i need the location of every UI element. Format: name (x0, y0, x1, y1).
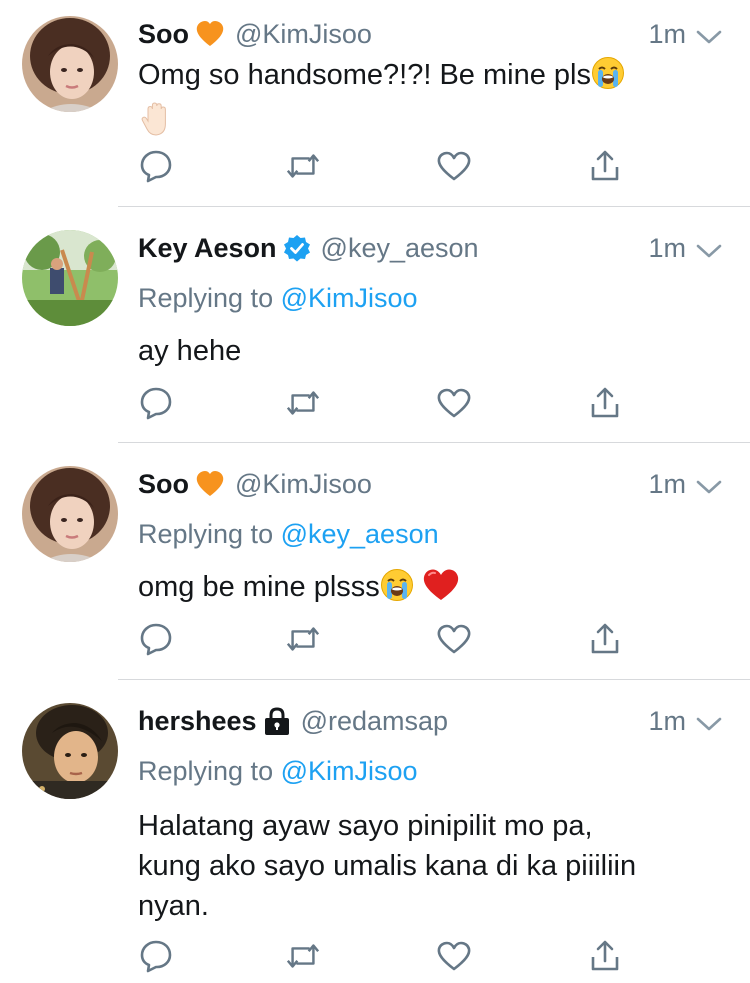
verified-badge-icon (283, 234, 311, 262)
raised-hand-icon (138, 101, 174, 148)
timestamp: 1m (648, 232, 686, 263)
like-icon[interactable] (436, 385, 472, 421)
avatar[interactable] (22, 466, 118, 562)
tweet-text-line: omg be mine plsss (138, 571, 380, 603)
timestamp: 1m (648, 18, 686, 49)
tweet-text-line: Omg so handsome?!?! Be mine pls (138, 59, 591, 91)
replying-to: Replying to @key_aeson (138, 519, 439, 550)
tweet-text: omg be mine plsss (138, 567, 718, 613)
chevron-down-icon[interactable] (696, 708, 722, 739)
timestamp: 1m (648, 468, 686, 499)
user-handle[interactable]: @key_aeson (321, 233, 479, 264)
tweet[interactable]: hershees @redamsap 1m Replying to @KimJi… (0, 680, 750, 983)
like-icon[interactable] (436, 938, 472, 974)
user-handle[interactable]: @redamsap (301, 706, 448, 737)
retweet-icon[interactable] (285, 148, 321, 184)
replying-to: Replying to @KimJisoo (138, 283, 418, 314)
loudly-crying-face-icon (380, 568, 414, 613)
orange-heart-icon (195, 470, 225, 498)
red-heart-icon (422, 568, 460, 613)
orange-heart-icon (195, 20, 225, 48)
tweet[interactable]: Soo @KimJisoo 1m Replying to @key_aeson … (0, 443, 750, 678)
tweet-text-line: kung ako sayo umalis kana di ka piiiliin (138, 850, 637, 882)
chevron-down-icon[interactable] (696, 235, 722, 266)
user-handle[interactable]: @KimJisoo (235, 469, 372, 500)
chevron-down-icon[interactable] (696, 471, 722, 502)
loudly-crying-face-icon (591, 56, 625, 101)
tweet-text: Omg so handsome?!?! Be mine pls (138, 55, 718, 148)
tweet-text-line: nyan. (138, 890, 209, 922)
replying-to: Replying to @KimJisoo (138, 756, 418, 787)
replying-to-label: Replying to (138, 756, 281, 786)
reply-icon[interactable] (138, 148, 174, 184)
avatar[interactable] (22, 16, 118, 112)
display-name[interactable]: Key Aeson (138, 233, 277, 264)
tweet-text-line: Halatang ayaw sayo pinipilit mo pa, (138, 810, 593, 842)
replying-to-label: Replying to (138, 519, 281, 549)
display-name[interactable]: Soo (138, 469, 189, 500)
like-icon[interactable] (436, 148, 472, 184)
share-icon[interactable] (587, 938, 623, 974)
reply-icon[interactable] (138, 938, 174, 974)
share-icon[interactable] (587, 621, 623, 657)
lock-icon (263, 706, 291, 736)
retweet-icon[interactable] (285, 385, 321, 421)
tweet[interactable]: Soo @KimJisoo 1m Omg so handsome?!?! Be … (0, 0, 750, 205)
tweet-text: Halatang ayaw sayo pinipilit mo pa, kung… (138, 806, 718, 926)
reply-icon[interactable] (138, 621, 174, 657)
user-handle[interactable]: @KimJisoo (235, 19, 372, 50)
display-name[interactable]: Soo (138, 19, 189, 50)
replying-to-label: Replying to (138, 283, 281, 313)
replying-to-mention[interactable]: @key_aeson (281, 519, 439, 549)
replying-to-mention[interactable]: @KimJisoo (281, 756, 418, 786)
retweet-icon[interactable] (285, 938, 321, 974)
tweet-text-line: ay hehe (138, 335, 242, 367)
like-icon[interactable] (436, 621, 472, 657)
retweet-icon[interactable] (285, 621, 321, 657)
chevron-down-icon[interactable] (696, 21, 722, 52)
share-icon[interactable] (587, 148, 623, 184)
tweet-text: ay hehe (138, 331, 718, 371)
display-name[interactable]: hershees (138, 706, 257, 737)
tweet[interactable]: Key Aeson @key_aeson 1m Replying to @Kim… (0, 207, 750, 441)
avatar[interactable] (22, 703, 118, 799)
timestamp: 1m (648, 705, 686, 736)
avatar[interactable] (22, 230, 118, 326)
reply-icon[interactable] (138, 385, 174, 421)
replying-to-mention[interactable]: @KimJisoo (281, 283, 418, 313)
share-icon[interactable] (587, 385, 623, 421)
